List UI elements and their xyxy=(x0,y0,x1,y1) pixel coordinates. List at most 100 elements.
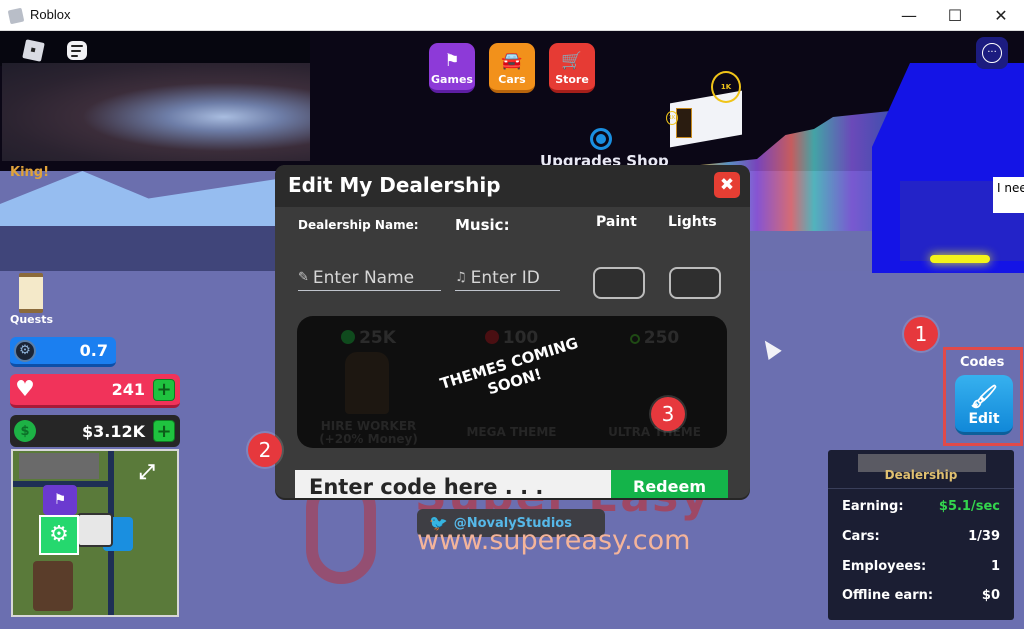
edit-dealership-dialog: Edit My Dealership ✖ Dealership Name: Mu… xyxy=(275,165,750,498)
cars-label: Cars xyxy=(498,73,526,86)
blurred-region xyxy=(2,63,310,161)
lights-label: Lights xyxy=(668,214,717,230)
row-label: Earning: xyxy=(842,499,904,514)
row-label: Offline earn: xyxy=(842,588,934,603)
glowing-pad xyxy=(930,255,990,263)
earning-row: Earning: $5.1/sec xyxy=(842,499,1000,514)
dollar-coin-icon: $ xyxy=(14,420,36,442)
theme-price: 250 xyxy=(583,328,726,348)
roblox-app-icon xyxy=(7,7,25,25)
tire-icon: ⚙ xyxy=(14,339,36,362)
theme-name-line2: (+20% Money) xyxy=(319,432,418,446)
checkered-flag-icon: ⚑ xyxy=(444,51,460,71)
music-id-input[interactable]: ♫ Enter ID xyxy=(455,265,560,291)
close-dialog-button[interactable]: ✖ xyxy=(714,172,740,198)
dialog-title: Edit My Dealership xyxy=(288,173,501,197)
scroll-icon xyxy=(19,273,43,313)
row-label: Employees: xyxy=(842,559,927,574)
code-input[interactable]: Enter code here . . . xyxy=(295,470,611,498)
minimize-button[interactable]: — xyxy=(886,0,932,31)
window-titlebar: Roblox — ☐ ✕ xyxy=(0,0,1024,31)
roblox-menu-icon[interactable] xyxy=(22,39,45,62)
games-button[interactable]: ⚑ Games xyxy=(429,43,475,93)
car-icon: 🚘 xyxy=(501,51,523,71)
dealership-stats-panel: Dealership Earning: $5.1/sec Cars: 1/39 … xyxy=(828,450,1014,620)
paint-color-picker[interactable] xyxy=(593,267,645,299)
minimap[interactable]: ⤢ ⚑ ⚙ xyxy=(11,449,179,617)
step-1-badge: 1 xyxy=(904,317,938,351)
music-label: Music: xyxy=(455,216,510,234)
theme-name: MEGA THEME xyxy=(466,425,557,439)
theme-price: 25K xyxy=(297,328,440,348)
small-coin-icon: 1K xyxy=(666,111,678,125)
redeem-button[interactable]: Redeem xyxy=(611,470,728,498)
top-left-bar xyxy=(0,31,310,66)
add-cash-button[interactable]: + xyxy=(153,420,175,442)
codes-edit-button[interactable]: 🖌 Edit xyxy=(955,375,1013,435)
row-value: 1 xyxy=(990,559,1000,574)
heart-icon xyxy=(484,330,499,344)
row-value: $5.1/sec xyxy=(938,499,1000,514)
window-title: Roblox xyxy=(30,7,71,22)
cash-value: $3.12K xyxy=(81,421,145,441)
watermark-url: www.supereasy.com xyxy=(417,525,691,556)
pencil-icon: ✎ xyxy=(298,270,309,285)
speed-stat: ⚙ 0.7 xyxy=(10,337,116,367)
cars-button[interactable]: 🚘 Cars xyxy=(489,43,535,93)
divider xyxy=(828,488,1014,489)
minimap-avatar xyxy=(33,561,73,611)
employees-row: Employees: 1 xyxy=(842,559,1000,574)
quests-label: Quests xyxy=(10,313,53,326)
paintbrush-icon: 🖌 xyxy=(970,385,998,410)
row-value: 1/39 xyxy=(968,529,1000,544)
more-options-button[interactable]: ··· xyxy=(976,37,1008,69)
add-health-button[interactable]: + xyxy=(153,378,175,401)
offline-earn-row: Offline earn: $0 xyxy=(842,588,1000,603)
music-placeholder: Enter ID xyxy=(470,267,540,288)
music-note-icon: ♫ xyxy=(455,270,467,285)
dialog-header: Edit My Dealership ✖ xyxy=(275,165,750,207)
billboard-image xyxy=(676,108,692,138)
dealership-name-label: Dealership Name: xyxy=(298,218,419,232)
games-label: Games xyxy=(431,73,473,86)
theme-name-line1: HIRE WORKER xyxy=(320,419,417,433)
name-placeholder: Enter Name xyxy=(312,267,415,288)
npc-speech-bubble: I nee xyxy=(993,177,1024,213)
gem-icon xyxy=(629,334,640,344)
step-2-badge: 2 xyxy=(248,433,282,467)
edit-label: Edit xyxy=(968,411,1000,427)
price-value: 100 xyxy=(502,328,539,348)
ellipsis-icon: ··· xyxy=(982,43,1002,63)
health-value: 241 xyxy=(111,380,145,399)
theme-hire-worker: 25K HIRE WORKER (+20% Money) xyxy=(297,316,440,448)
game-viewport[interactable]: King! I nee 1K 1K Upgrades Shop ⚑ Games … xyxy=(0,31,1024,629)
codes-label: Codes xyxy=(960,355,1005,370)
minimap-games-icon: ⚑ xyxy=(43,485,77,515)
row-value: $0 xyxy=(981,588,1000,603)
maximize-button[interactable]: ☐ xyxy=(932,0,978,31)
health-stat: ♥ 241 + xyxy=(10,374,180,408)
price-value: 250 xyxy=(643,328,680,348)
close-window-button[interactable]: ✕ xyxy=(978,0,1024,31)
cash-stat: $ $3.12K + xyxy=(10,415,180,447)
speed-value: 0.7 xyxy=(79,341,108,360)
paint-label: Paint xyxy=(596,214,637,230)
minimap-tire-icon: ⚙ xyxy=(39,515,79,555)
upgrade-wheel-icon xyxy=(590,128,612,150)
cars-row: Cars: 1/39 xyxy=(842,529,1000,544)
worker-avatar xyxy=(345,352,389,414)
store-label: Store xyxy=(555,73,589,86)
heart-icon: ♥ xyxy=(15,377,35,402)
quests-button[interactable]: Quests xyxy=(10,273,53,326)
chat-icon[interactable] xyxy=(67,41,87,60)
theme-name: ULTRA THEME xyxy=(608,425,701,439)
shopping-cart-icon: 🛒 xyxy=(561,51,583,71)
dealership-name-input[interactable]: ✎ Enter Name xyxy=(298,265,441,291)
player-tag: King! xyxy=(10,165,50,180)
step-3-badge: 3 xyxy=(651,397,685,431)
store-button[interactable]: 🛒 Store xyxy=(549,43,595,93)
cash-icon xyxy=(341,330,356,344)
expand-icon[interactable]: ⤢ xyxy=(139,459,155,483)
lights-color-picker[interactable] xyxy=(669,267,721,299)
coin-ring-icon: 1K xyxy=(711,71,741,103)
